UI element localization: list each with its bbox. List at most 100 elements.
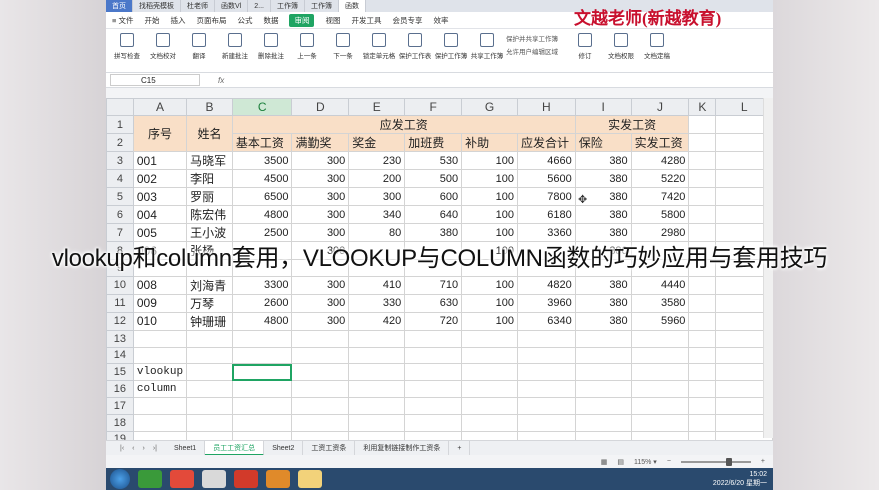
row-header[interactable]: 4 [106, 169, 134, 188]
cell[interactable] [574, 380, 632, 398]
cell-name[interactable]: 罗丽 [186, 187, 233, 206]
sheet-nav-arrows[interactable]: |‹ ‹ › ›| [106, 445, 166, 452]
row-header[interactable]: 17 [106, 396, 134, 415]
normal-view-icon[interactable]: ▦ [601, 458, 608, 466]
cell-value[interactable]: 7800 [516, 187, 576, 206]
cell-value[interactable]: 640 [404, 205, 463, 224]
cell-value[interactable]: 6500 [231, 187, 293, 206]
cell[interactable] [574, 413, 632, 432]
cell[interactable] [688, 133, 717, 152]
cell-value[interactable]: 380 [574, 311, 632, 331]
column-header[interactable]: F [404, 98, 463, 116]
cell-value[interactable]: 380 [574, 151, 632, 170]
row-header[interactable]: 13 [106, 329, 134, 348]
menu-item[interactable]: 数据 [263, 15, 278, 26]
ribbon-option[interactable]: 保护并共享工作簿 [506, 33, 566, 43]
cell[interactable] [630, 380, 690, 398]
home-tab[interactable]: 首页 [106, 0, 133, 12]
column-header[interactable]: C [231, 98, 293, 116]
select-all-corner[interactable] [106, 98, 134, 116]
zoom-slider-handle[interactable] [725, 457, 732, 466]
ribbon-button[interactable]: 翻译 [182, 33, 216, 60]
cell-value[interactable]: 3500 [231, 151, 293, 170]
menu-file[interactable]: ≡ 文件 [112, 15, 133, 26]
cell-value[interactable]: 4800 [231, 205, 293, 224]
cell[interactable] [461, 380, 518, 398]
cell[interactable] [231, 346, 293, 365]
menu-item[interactable]: 公式 [237, 15, 252, 26]
cell[interactable] [404, 396, 463, 415]
cell-value[interactable]: 4800 [231, 311, 293, 331]
zoom-slider[interactable] [680, 457, 751, 466]
wps-icon[interactable] [234, 470, 258, 488]
ribbon-button[interactable]: 拼写检查 [110, 33, 144, 60]
zoom-level[interactable]: 115% ▾ [634, 458, 657, 466]
column-header[interactable]: H [516, 98, 576, 116]
cell-value[interactable]: 630 [404, 293, 463, 313]
cell-value[interactable]: 5800 [630, 205, 690, 224]
cell-value[interactable]: 710 [404, 275, 463, 295]
active-cell-c15[interactable] [231, 363, 293, 382]
cell[interactable] [461, 329, 518, 348]
ribbon-button[interactable]: 修订 [568, 33, 602, 60]
sheet-tab[interactable]: 利用复制链接制作工资条 [355, 440, 450, 456]
cell[interactable] [688, 346, 717, 365]
menu-item[interactable]: 效率 [433, 15, 448, 26]
cell[interactable] [186, 363, 233, 382]
cell[interactable] [132, 396, 188, 415]
media-player-icon[interactable] [170, 470, 194, 488]
row-header[interactable]: 18 [106, 413, 134, 432]
sheet-tab[interactable]: 工资工资条 [303, 440, 356, 456]
cell[interactable] [291, 396, 350, 415]
cell[interactable] [291, 329, 350, 348]
cell-value[interactable]: 300 [291, 293, 350, 313]
menu-item[interactable]: 开发工具 [351, 15, 381, 26]
cell-value[interactable]: 300 [291, 151, 350, 170]
cell[interactable] [231, 329, 293, 348]
chrome-icon[interactable] [202, 470, 226, 488]
cell[interactable] [348, 329, 406, 348]
cell[interactable] [516, 329, 576, 348]
cell[interactable] [291, 380, 350, 398]
cell[interactable] [291, 363, 350, 382]
menu-item[interactable]: 会员专享 [392, 15, 422, 26]
cell[interactable] [348, 396, 406, 415]
ribbon-button[interactable]: 文档校对 [146, 33, 180, 60]
paint-icon[interactable] [266, 470, 290, 488]
cell[interactable] [516, 363, 576, 382]
cell[interactable] [630, 329, 690, 348]
ribbon-option[interactable]: 允许用户编辑区域 [506, 46, 566, 56]
start-button-icon[interactable] [110, 469, 130, 489]
sheet-tab[interactable]: Sheet1 [166, 440, 206, 456]
cell[interactable] [291, 346, 350, 365]
document-tab[interactable]: 杜老师 [181, 0, 215, 12]
cell[interactable] [574, 396, 632, 415]
zoom-in-icon[interactable]: + [761, 458, 765, 465]
cell-value[interactable]: 600 [404, 187, 463, 206]
column-header[interactable]: J [630, 98, 690, 116]
cell[interactable] [688, 187, 717, 206]
browser-icon[interactable] [138, 470, 162, 488]
cell-value[interactable]: 720 [404, 311, 463, 331]
ribbon-button[interactable]: 文档权限 [604, 33, 638, 60]
cell-name[interactable]: 万琴 [186, 293, 233, 313]
column-header[interactable]: K [688, 98, 717, 116]
row-header[interactable]: 14 [106, 346, 134, 365]
column-header[interactable]: G [461, 98, 518, 116]
row-header[interactable]: 16 [106, 380, 134, 398]
document-tab[interactable]: 函数Vl [215, 0, 249, 12]
row-header[interactable]: 10 [106, 275, 134, 295]
menu-item[interactable]: 插入 [170, 15, 185, 26]
ribbon-button[interactable]: 共享工作簿 [470, 33, 504, 60]
cell-id[interactable]: 001 [132, 151, 188, 170]
row-header[interactable]: 11 [106, 293, 134, 313]
cell[interactable] [688, 329, 717, 348]
cell[interactable] [186, 329, 233, 348]
cell[interactable] [516, 380, 576, 398]
cell[interactable] [231, 413, 293, 432]
cell[interactable] [348, 346, 406, 365]
cell[interactable] [291, 413, 350, 432]
ribbon-button[interactable]: 文档定稿 [640, 33, 674, 60]
cell-name[interactable]: 马晓军 [186, 151, 233, 170]
cell-value[interactable]: 6340 [516, 311, 576, 331]
